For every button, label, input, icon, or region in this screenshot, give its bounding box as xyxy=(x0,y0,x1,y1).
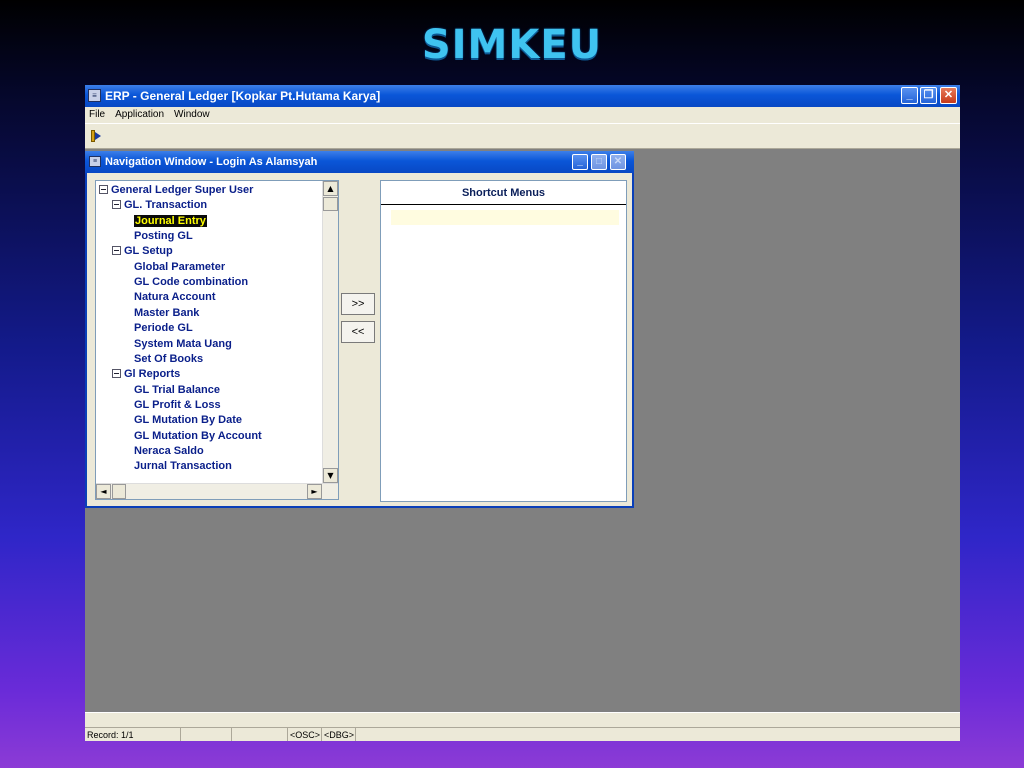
slide-title: SIMKEU xyxy=(421,22,603,68)
app-titlebar[interactable]: ≡ ERP - General Ledger [Kopkar Pt.Hutama… xyxy=(85,85,960,107)
erp-app-window: ≡ ERP - General Ledger [Kopkar Pt.Hutama… xyxy=(85,85,960,741)
tree-item[interactable]: Posting GL xyxy=(134,229,193,243)
nav-title: Navigation Window - Login As Alamsyah xyxy=(105,156,318,168)
collapse-icon[interactable] xyxy=(112,200,121,210)
tree-item-label: Set Of Books xyxy=(134,352,204,365)
tree-item[interactable]: GL Mutation By Date xyxy=(134,413,242,427)
nav-close-icon: ✕ xyxy=(610,154,626,170)
tree-item[interactable]: GL Mutation By Account xyxy=(134,429,262,443)
tree-item[interactable]: GL Code combination xyxy=(134,275,248,289)
close-icon[interactable]: ✕ xyxy=(940,87,957,104)
tree-vertical-scrollbar[interactable]: ▲ ▼ xyxy=(322,181,338,483)
tree-item-label: Global Parameter xyxy=(134,260,226,273)
menu-tree[interactable]: Jurnal Transaction Neraca Saldo GL Mutatio… xyxy=(95,180,339,500)
scroll-down-icon[interactable]: ▼ xyxy=(323,468,338,483)
collapse-icon[interactable] xyxy=(112,369,121,379)
nav-titlebar[interactable]: ≡ Navigation Window - Login As Alamsyah … xyxy=(85,151,634,173)
tree-item-label: GL Profit & Loss xyxy=(134,398,221,411)
tree-item-label: Neraca Saldo xyxy=(134,444,204,457)
tree-item-label: GL Mutation By Date xyxy=(134,414,242,427)
tree-item-label: GL Code combination xyxy=(134,276,249,289)
scroll-up-icon[interactable]: ▲ xyxy=(323,181,338,196)
tree-item-label: Gl Reports xyxy=(124,368,181,381)
shortcut-header: Shortcut Menus xyxy=(381,181,626,205)
restore-icon[interactable]: ❐ xyxy=(920,87,937,104)
nav-maximize-icon: □ xyxy=(591,154,607,170)
status-cell-empty-1 xyxy=(181,728,232,741)
tree-item-label: Journal Entry xyxy=(134,214,207,227)
nav-minimize-icon[interactable]: _ xyxy=(572,154,588,170)
app-icon: ≡ xyxy=(88,89,101,102)
tree-item[interactable]: Set Of Books xyxy=(134,352,203,366)
remove-shortcut-button[interactable]: << xyxy=(341,321,375,343)
tree-item[interactable]: Natura Account xyxy=(134,290,216,304)
nav-window-icon: ≡ xyxy=(89,156,101,167)
tree-item-label: Posting GL xyxy=(134,230,193,243)
tree-item[interactable]: GL Setup xyxy=(112,244,173,258)
tree-item-label: Master Bank xyxy=(134,306,200,319)
exit-icon[interactable] xyxy=(89,129,103,143)
scroll-thumb[interactable] xyxy=(323,197,338,211)
app-title: ERP - General Ledger [Kopkar Pt.Hutama K… xyxy=(105,89,381,103)
toolbar xyxy=(85,123,960,149)
status-record: Record: 1/1 xyxy=(85,728,181,741)
tree-item[interactable]: GL. Transaction xyxy=(112,198,207,212)
tree-item-label: General Ledger Super User xyxy=(111,184,254,196)
menubar: File Application Window xyxy=(85,107,960,123)
tree-item[interactable]: GL Trial Balance xyxy=(134,383,220,397)
collapse-icon[interactable] xyxy=(99,185,108,194)
tree-item[interactable]: GL Profit & Loss xyxy=(134,398,221,412)
tree-item-label: GL Trial Balance xyxy=(134,383,221,396)
hscroll-thumb[interactable] xyxy=(112,484,126,499)
scroll-left-icon[interactable]: ◄ xyxy=(96,484,111,499)
menu-file[interactable]: File xyxy=(89,107,105,123)
tree-item[interactable]: Global Parameter xyxy=(134,260,225,274)
menu-application[interactable]: Application xyxy=(115,107,164,123)
tree-item-label: GL. Transaction xyxy=(124,199,208,212)
tree-item-label: GL Mutation By Account xyxy=(134,429,262,442)
menu-window[interactable]: Window xyxy=(174,107,210,123)
status-bar: Record: 1/1 <OSC> <DBG> xyxy=(85,712,960,741)
tree-item-label: GL Setup xyxy=(124,245,173,258)
tree-item[interactable]: Journal Entry xyxy=(134,214,207,228)
tree-item[interactable]: System Mata Uang xyxy=(134,337,232,351)
tree-item-label: Periode GL xyxy=(134,322,193,335)
tree-item-label: Jurnal Transaction xyxy=(134,460,232,473)
scroll-right-icon[interactable]: ► xyxy=(307,484,322,499)
tree-item[interactable]: General Ledger Super User xyxy=(99,183,253,197)
shortcut-list-item[interactable] xyxy=(391,210,619,225)
status-cell-empty-2 xyxy=(232,728,288,741)
add-shortcut-button[interactable]: >> xyxy=(341,293,375,315)
tree-item-label: System Mata Uang xyxy=(134,337,232,350)
tree-item[interactable]: Master Bank xyxy=(134,306,199,320)
tree-item[interactable]: Gl Reports xyxy=(112,367,180,381)
collapse-icon[interactable] xyxy=(112,246,121,256)
tree-item[interactable]: Periode GL xyxy=(134,321,193,335)
navigation-window: ≡ Navigation Window - Login As Alamsyah … xyxy=(85,151,634,508)
tree-horizontal-scrollbar[interactable]: ◄ ► xyxy=(96,483,338,499)
tree-item-label: Natura Account xyxy=(134,291,216,304)
status-osc: <OSC> xyxy=(290,728,322,741)
tree-item[interactable]: Neraca Saldo xyxy=(134,444,204,458)
minimize-icon[interactable]: _ xyxy=(901,87,918,104)
tree-item[interactable]: Jurnal Transaction xyxy=(134,459,232,473)
shortcut-panel: Shortcut Menus xyxy=(380,180,627,502)
status-dbg: <DBG> xyxy=(324,728,356,741)
